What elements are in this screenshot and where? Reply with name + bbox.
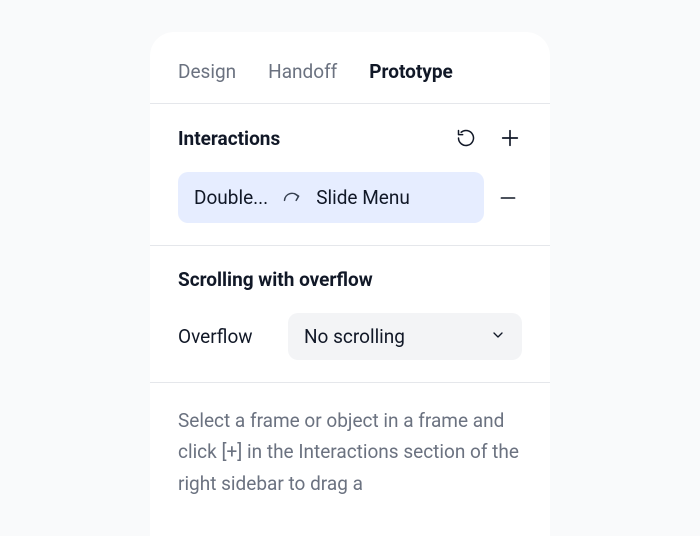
prototype-panel: Design Handoff Prototype Interactions <box>150 32 550 536</box>
tab-handoff[interactable]: Handoff <box>268 60 337 83</box>
interaction-target-label: Slide Menu <box>316 186 410 209</box>
panel-tabs: Design Handoff Prototype <box>150 32 550 104</box>
add-interaction-icon[interactable] <box>498 126 522 150</box>
reset-icon[interactable] <box>454 126 478 150</box>
interactions-title: Interactions <box>178 127 280 150</box>
remove-interaction-icon[interactable] <box>496 186 520 210</box>
scrolling-section: Scrolling with overflow Overflow No scro… <box>150 246 550 383</box>
interactions-actions <box>454 126 522 150</box>
overflow-select[interactable]: No scrolling <box>288 313 522 360</box>
interaction-trigger-label: Double... <box>194 186 268 209</box>
scrolling-title: Scrolling with overflow <box>178 268 522 291</box>
tab-design[interactable]: Design <box>178 60 236 83</box>
interaction-item[interactable]: Double... Slide Menu <box>178 172 484 223</box>
overflow-selected-value: No scrolling <box>304 325 405 348</box>
help-section: Select a frame or object in a frame and … <box>150 383 550 521</box>
help-text: Select a frame or object in a frame and … <box>178 405 522 499</box>
arrow-right-icon <box>282 186 302 209</box>
tab-prototype[interactable]: Prototype <box>369 60 453 83</box>
chevron-down-icon <box>490 325 506 348</box>
overflow-label: Overflow <box>178 325 268 348</box>
interactions-section: Interactions Double... <box>150 104 550 246</box>
interaction-row: Double... Slide Menu <box>178 172 522 223</box>
interactions-header: Interactions <box>178 126 522 150</box>
overflow-row: Overflow No scrolling <box>178 313 522 360</box>
